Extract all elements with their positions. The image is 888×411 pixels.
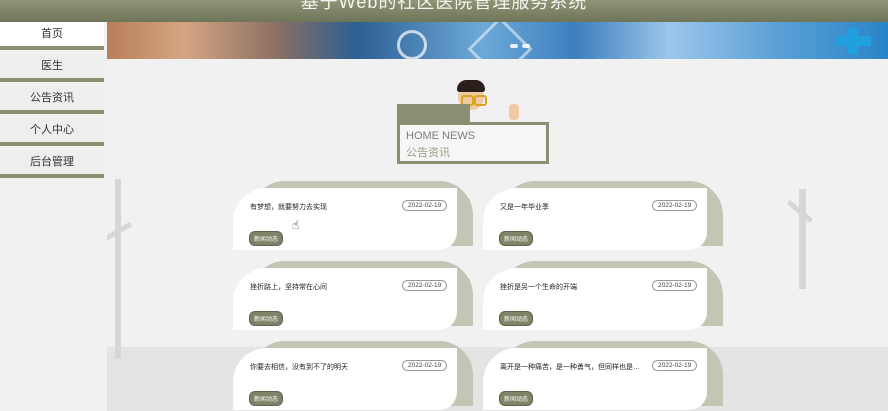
heading-tab-decoration <box>397 104 470 122</box>
news-date: 2022-02-19 <box>402 360 448 371</box>
sidebar-nav: 首页 医生 公告资讯 个人中心 后台管理 <box>0 22 104 182</box>
section-title-cn: 公告资讯 <box>406 147 450 159</box>
hand-pointer-icon: ☝ <box>292 218 300 232</box>
news-card[interactable]: 挫折路上，坚持常在心间 2022-02-19 新闻动态 <box>233 261 473 330</box>
carousel-dot[interactable] <box>510 44 518 48</box>
news-tag[interactable]: 新闻动态 <box>499 311 534 326</box>
news-tag[interactable]: 新闻动态 <box>249 231 284 246</box>
news-title[interactable]: 离开是一种痛苦，是一种勇气，但同样也是一... <box>500 362 640 372</box>
section-heading: HOME NEWS 公告资讯 <box>397 122 549 164</box>
news-card[interactable]: 挫折是另一个生命的开端 2022-02-19 新闻动态 <box>483 261 723 330</box>
news-date: 2022-02-19 <box>652 280 698 291</box>
news-tag[interactable]: 新闻动态 <box>499 231 534 246</box>
news-title[interactable]: 有梦想，就要努力去实现 <box>250 202 390 212</box>
medical-cross-icon <box>835 28 871 54</box>
news-tag[interactable]: 新闻动态 <box>249 311 284 326</box>
news-card[interactable]: 有梦想，就要努力去实现 2022-02-19 新闻动态 <box>233 181 473 250</box>
news-tag[interactable]: 新闻动态 <box>499 391 534 406</box>
news-title[interactable]: 你要去相信，没有到不了的明天 <box>250 362 390 372</box>
sidebar-item-doctor[interactable]: 医生 <box>0 54 104 82</box>
news-card[interactable]: 离开是一种痛苦，是一种勇气，但同样也是一... 2022-02-19 新闻动态 <box>483 341 723 410</box>
news-card[interactable]: 又是一年毕业季 2022-02-19 新闻动态 <box>483 181 723 250</box>
hero-banner <box>107 22 888 59</box>
site-title: 基于Web的社区医院管理服务系统 <box>300 0 588 12</box>
news-date: 2022-02-19 <box>652 360 698 371</box>
site-header: 基于Web的社区医院管理服务系统 <box>0 0 888 22</box>
sidebar-item-home[interactable]: 首页 <box>0 22 104 50</box>
banner-circle-decoration <box>397 30 427 59</box>
carousel-dots[interactable] <box>510 44 530 48</box>
carousel-dot[interactable] <box>522 44 530 48</box>
banner-diamond-decoration <box>467 22 533 59</box>
news-title[interactable]: 挫折路上，坚持常在心间 <box>250 282 390 292</box>
background-tree <box>799 189 806 289</box>
news-title[interactable]: 又是一年毕业季 <box>500 202 640 212</box>
news-date: 2022-02-19 <box>402 200 448 211</box>
sidebar-item-admin[interactable]: 后台管理 <box>0 150 104 178</box>
section-title-en: HOME NEWS <box>406 130 476 142</box>
sidebar-item-news[interactable]: 公告资讯 <box>0 86 104 114</box>
news-card[interactable]: 你要去相信，没有到不了的明天 2022-02-19 新闻动态 <box>233 341 473 410</box>
news-title[interactable]: 挫折是另一个生命的开端 <box>500 282 640 292</box>
background-tree <box>115 179 121 359</box>
sidebar-item-personal-center[interactable]: 个人中心 <box>0 118 104 146</box>
news-date: 2022-02-19 <box>402 280 448 291</box>
news-tag[interactable]: 新闻动态 <box>249 391 284 406</box>
news-date: 2022-02-19 <box>652 200 698 211</box>
